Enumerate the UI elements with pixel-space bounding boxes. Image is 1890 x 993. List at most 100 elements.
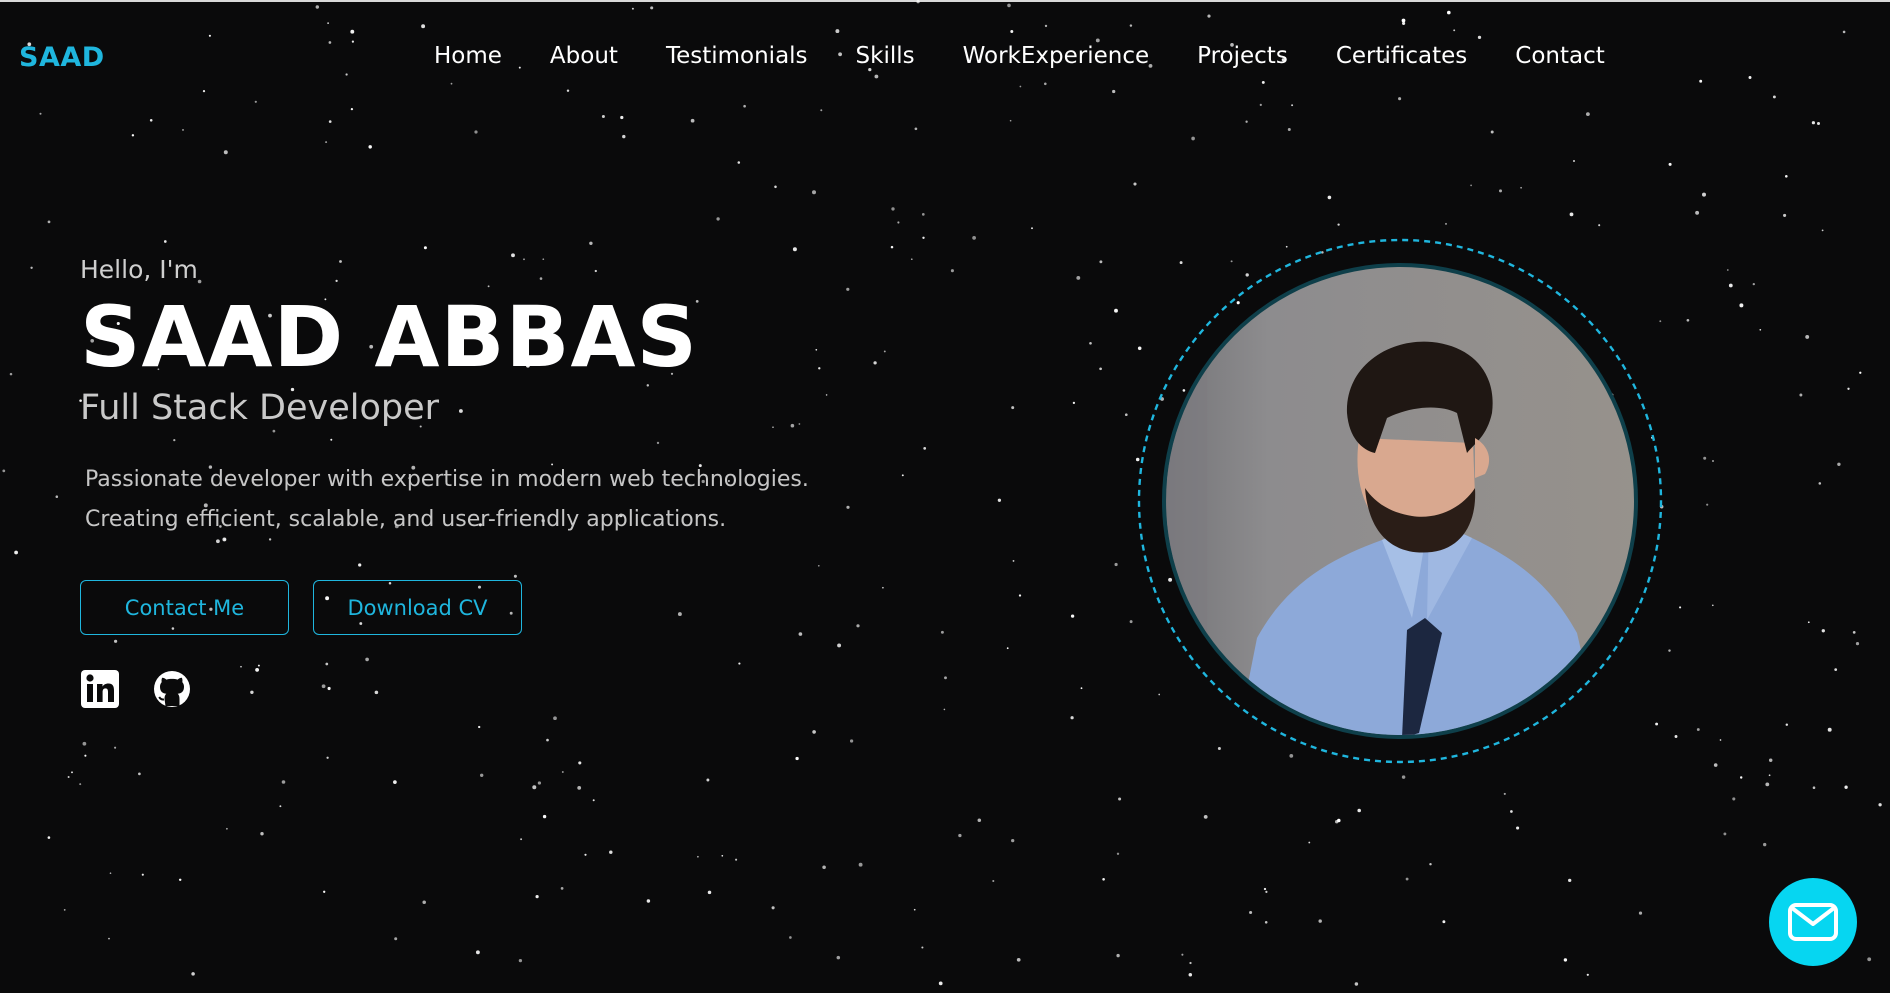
star — [1327, 195, 1332, 200]
star — [737, 161, 741, 164]
star — [553, 716, 557, 721]
star — [1855, 642, 1860, 646]
star — [182, 128, 184, 131]
star — [1072, 401, 1076, 405]
star — [1265, 890, 1268, 894]
nav-item-workexperience[interactable]: WorkExperience — [963, 43, 1150, 69]
star — [1207, 14, 1211, 18]
star — [327, 22, 329, 24]
nav-item-contact[interactable]: Contact — [1515, 43, 1604, 69]
star — [1818, 482, 1822, 485]
star — [1719, 739, 1722, 741]
download-cv-button[interactable]: Download CV — [313, 580, 522, 636]
star — [1821, 229, 1824, 232]
star — [1805, 334, 1810, 339]
star — [1799, 393, 1803, 397]
site-logo[interactable]: SAAD — [19, 42, 105, 73]
star — [1706, 503, 1709, 506]
star — [1503, 792, 1506, 795]
star — [480, 773, 484, 777]
star — [82, 741, 87, 746]
star — [812, 190, 816, 195]
star — [1249, 910, 1253, 915]
star — [721, 854, 724, 857]
star — [774, 185, 777, 189]
star — [943, 708, 946, 711]
star — [1447, 10, 1451, 15]
contact-me-button[interactable]: Contact Me — [80, 580, 289, 636]
nav-item-about[interactable]: About — [550, 43, 618, 69]
star — [474, 130, 478, 134]
star — [950, 269, 954, 273]
star — [1763, 842, 1767, 847]
star — [706, 778, 710, 782]
star — [1674, 735, 1678, 738]
star — [1712, 460, 1714, 462]
star — [578, 761, 582, 765]
star — [1398, 97, 1402, 101]
star — [1291, 104, 1294, 107]
star — [1510, 810, 1513, 813]
star — [1445, 222, 1447, 225]
star — [1405, 877, 1409, 881]
star — [822, 865, 826, 870]
star — [812, 730, 816, 734]
star — [67, 776, 70, 778]
linkedin-icon[interactable] — [80, 669, 120, 709]
nav-item-testimonials[interactable]: Testimonials — [666, 43, 808, 69]
star — [63, 909, 66, 911]
star — [1006, 647, 1009, 650]
star — [1318, 919, 1322, 923]
star — [1668, 649, 1671, 652]
star — [1124, 413, 1128, 417]
star — [1598, 224, 1601, 227]
star — [1785, 723, 1789, 726]
nav-item-projects[interactable]: Projects — [1197, 43, 1288, 69]
star — [914, 127, 918, 131]
star — [138, 772, 141, 776]
hero-role: Full Stack Developer — [80, 388, 440, 429]
star — [1016, 957, 1021, 962]
star — [1080, 687, 1083, 690]
star — [1702, 192, 1706, 197]
star — [84, 754, 87, 757]
star — [1752, 282, 1755, 286]
star — [1133, 182, 1137, 186]
star — [735, 858, 738, 861]
star — [589, 241, 593, 246]
star — [1114, 308, 1118, 313]
nav-item-home[interactable]: Home — [434, 43, 502, 69]
star — [254, 100, 257, 103]
star — [1765, 782, 1770, 787]
star — [601, 115, 605, 118]
star — [1337, 223, 1340, 226]
star — [1668, 162, 1672, 166]
star — [1520, 186, 1522, 189]
star — [393, 780, 397, 784]
star — [560, 887, 564, 890]
star — [992, 879, 995, 883]
profile-photo — [1137, 238, 1663, 764]
star — [1429, 862, 1432, 866]
star — [1723, 832, 1727, 836]
star — [913, 908, 916, 911]
star — [1011, 838, 1015, 843]
star — [944, 676, 947, 680]
star — [532, 785, 537, 790]
hero-buttons: Contact Me Download CV — [80, 580, 930, 636]
star — [1007, 3, 1011, 8]
star — [566, 89, 570, 92]
floating-mail-button[interactable] — [1769, 878, 1857, 966]
star — [202, 90, 206, 93]
star — [1726, 269, 1729, 271]
star — [1568, 878, 1572, 883]
star — [1827, 727, 1832, 732]
nav-item-certificates[interactable]: Certificates — [1336, 43, 1467, 69]
star — [1739, 776, 1743, 779]
star — [149, 119, 153, 122]
star — [921, 946, 924, 949]
star — [940, 630, 944, 634]
github-icon[interactable] — [152, 669, 192, 709]
nav-item-skills[interactable]: Skills — [856, 43, 915, 69]
star — [1112, 89, 1116, 94]
